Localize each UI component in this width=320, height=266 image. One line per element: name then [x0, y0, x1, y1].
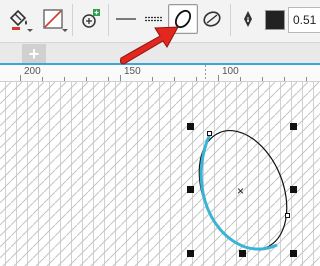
selection-handle[interactable] — [290, 123, 297, 130]
horizontal-ruler[interactable]: 200 150 100 — [0, 65, 320, 82]
selection-handle[interactable] — [187, 186, 194, 193]
no-outline-button[interactable] — [38, 4, 68, 34]
document-tab-strip: + — [0, 43, 320, 65]
dashed-line-icon — [145, 16, 163, 22]
center-mark-icon: × — [237, 184, 245, 198]
solid-line-icon — [116, 18, 136, 20]
pen-nib-icon — [244, 11, 252, 27]
ellipse-node[interactable] — [285, 213, 290, 218]
selection-handle[interactable] — [187, 123, 194, 130]
chevron-down-icon — [62, 29, 68, 32]
drawing-canvas[interactable]: × — [0, 82, 320, 266]
add-document-tab-button[interactable]: + — [22, 44, 46, 63]
selection-handle[interactable] — [290, 250, 297, 257]
ruler-label: 150 — [124, 66, 141, 77]
selection-handle[interactable] — [187, 250, 194, 257]
ruler-ticks — [20, 65, 307, 81]
app-window: 0.51 + 200 150 100 × — [0, 0, 320, 266]
add-color-button[interactable] — [76, 4, 106, 34]
ellipse-shape[interactable] — [0, 82, 320, 266]
ruler-label: 100 — [222, 66, 239, 77]
plus-icon: + — [28, 43, 40, 64]
chevron-down-icon — [27, 29, 33, 32]
outline-color-swatch[interactable] — [265, 10, 285, 30]
ellipse-icon — [174, 9, 192, 29]
ellipse-shape-button[interactable] — [168, 4, 198, 34]
pie-shape-button[interactable] — [197, 4, 227, 34]
add-color-icon — [82, 9, 100, 28]
solid-line-button[interactable] — [111, 4, 141, 34]
dashed-line-button[interactable] — [139, 4, 169, 34]
ellipse-node[interactable] — [207, 131, 212, 136]
toolbar-separator — [72, 4, 73, 36]
fill-button[interactable] — [4, 4, 34, 34]
selection-handle[interactable] — [239, 250, 246, 257]
outline-width-field[interactable]: 0.51 — [288, 7, 320, 33]
property-bar: 0.51 — [0, 0, 320, 43]
ruler-label: 200 — [24, 66, 41, 77]
toolbar-separator — [230, 4, 231, 36]
toolbar-separator — [108, 4, 109, 36]
selection-handle[interactable] — [290, 186, 297, 193]
pie-icon — [203, 11, 221, 27]
outline-pen-button[interactable] — [233, 4, 263, 34]
